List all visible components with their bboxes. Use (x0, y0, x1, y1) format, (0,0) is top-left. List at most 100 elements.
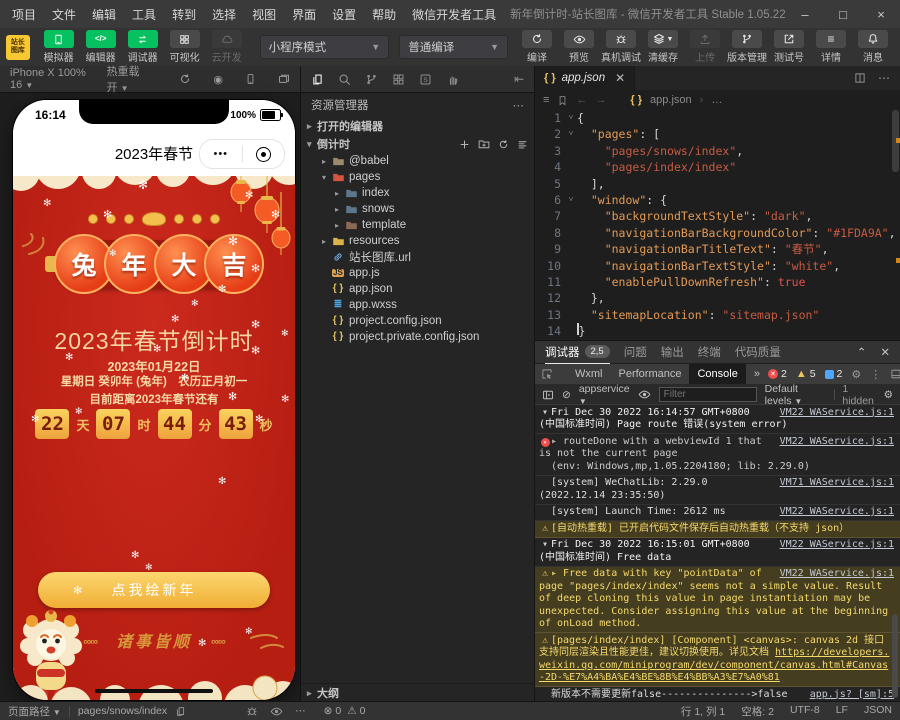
menu-item[interactable]: 转到 (164, 6, 204, 23)
device-debug-button[interactable]: 真机调试 (600, 30, 642, 64)
menu-item[interactable]: 微信开发者工具 (404, 6, 504, 23)
editor-more-icon[interactable]: ⋯ (878, 71, 890, 85)
refresh-explorer-icon[interactable] (498, 138, 509, 150)
collapse-folders-icon[interactable] (517, 138, 528, 150)
close-tab-icon[interactable]: ✕ (615, 71, 625, 85)
files-icon[interactable] (311, 73, 324, 86)
preview-eye-icon[interactable] (270, 705, 283, 718)
source-link[interactable]: app.js? [sm]:5 (810, 689, 894, 702)
tree-item-app.js[interactable]: JS app.js (301, 265, 534, 281)
clear-cache-button[interactable]: ▼ 清缓存 (642, 30, 684, 64)
debugger-tab-终端[interactable]: 终端 (698, 344, 721, 360)
source-link[interactable]: VM71 WAService.js:1 (780, 477, 894, 490)
details-button[interactable]: ≡ 详情 (810, 30, 852, 64)
menu-item[interactable]: 界面 (284, 6, 324, 23)
source-link[interactable]: VM22 WAService.js:1 (780, 436, 894, 449)
menu-item[interactable]: 编辑 (84, 6, 124, 23)
tree-item-app.wxss[interactable]: ≣ app.wxss (301, 297, 534, 313)
hand-icon[interactable] (446, 73, 459, 86)
statusbar-item[interactable]: UTF-8 (790, 704, 820, 719)
statusbar-more-icon[interactable]: ⋯ (295, 705, 306, 718)
problems-errors[interactable]: ⊗ 0 (324, 705, 342, 717)
capsule-menu[interactable]: ••• (199, 139, 285, 169)
copy-path-icon[interactable] (175, 706, 186, 717)
statusbar-item[interactable]: 空格: 2 (741, 704, 774, 719)
clear-console-icon[interactable]: ⊘ (562, 389, 571, 401)
menu-item[interactable]: 文件 (44, 6, 84, 23)
console-sidebar-icon[interactable] (542, 389, 554, 401)
device-select[interactable]: iPhone X 100% 16 ▼ (10, 67, 93, 91)
draw-new-year-button[interactable]: 点我绘新年 (38, 572, 270, 608)
bookmark-icon[interactable] (557, 95, 568, 106)
debug-bug-icon[interactable] (246, 705, 258, 718)
mode-select[interactable]: 小程序模式▼ (260, 35, 390, 59)
problems-warnings[interactable]: ⚠ 0 (347, 705, 365, 717)
project-section[interactable]: ▾倒计时 (301, 135, 534, 153)
tree-item-index[interactable]: ▸ index (301, 185, 534, 201)
close-panel-icon[interactable]: ✕ (880, 345, 890, 359)
debugger-tab-调试器[interactable]: 调试器2,5 (545, 341, 610, 364)
compile-button[interactable]: 编译 (516, 30, 558, 64)
outline-section[interactable]: ▸大纲 (301, 683, 534, 702)
maximize-button[interactable]: □ (824, 0, 862, 28)
context-select[interactable]: appservice ▼ (579, 383, 630, 407)
devtools-tab-Console[interactable]: Console (689, 364, 745, 384)
device-frame-icon[interactable] (245, 73, 256, 85)
menu-item[interactable]: 项目 (4, 6, 44, 23)
breadcrumb-file[interactable]: app.json (650, 94, 692, 106)
upload-button[interactable]: 上传 (684, 30, 726, 64)
menu-item[interactable]: 选择 (204, 6, 244, 23)
devtools-settings-icon[interactable]: ⚙ (851, 368, 861, 381)
version-button[interactable]: 版本管理 (726, 30, 768, 64)
console-scrollbar[interactable] (892, 614, 898, 698)
collapse-panel-icon[interactable]: ⌃ (857, 345, 867, 359)
tree-item-snows[interactable]: ▸ snows (301, 201, 534, 217)
refresh-simulator-icon[interactable] (179, 73, 191, 85)
more-dots-icon[interactable]: ••• (200, 148, 242, 160)
git-icon[interactable] (365, 73, 378, 86)
devtools-menu-icon[interactable]: ⋮ (870, 368, 881, 381)
visualization-button[interactable]: 可视化 (164, 30, 206, 64)
message-button[interactable]: 消息 (852, 30, 894, 64)
preview-button[interactable]: 预览 (558, 30, 600, 64)
hot-reload-toggle[interactable]: 热重载 开 ▼ (107, 63, 154, 95)
minimize-button[interactable]: – (786, 0, 824, 28)
back-icon[interactable]: ← (576, 94, 587, 106)
hidden-messages-label[interactable]: 1 hidden (842, 383, 875, 407)
test-account-button[interactable]: 测试号 (768, 30, 810, 64)
tree-item-pages[interactable]: ▾ pages (301, 169, 534, 185)
new-file-icon[interactable] (459, 138, 470, 150)
compile-mode-select[interactable]: 普通编译▼ (399, 35, 508, 59)
editor-button[interactable]: </> 编辑器 (80, 30, 122, 64)
search-icon[interactable] (338, 73, 351, 86)
split-editor-icon[interactable] (854, 71, 866, 85)
tab-app-json[interactable]: { } app.json ✕ (535, 66, 635, 90)
tree-item-@babel[interactable]: ▸ @babel (301, 153, 534, 169)
extensions-icon[interactable] (392, 73, 405, 86)
menu-item[interactable]: 设置 (324, 6, 364, 23)
menu-item[interactable]: 视图 (244, 6, 284, 23)
live-expression-eye-icon[interactable] (638, 388, 651, 401)
statusbar-item[interactable]: JSON (864, 704, 892, 719)
breadcrumb-more[interactable]: … (711, 94, 722, 106)
info-count[interactable]: 2 (825, 368, 843, 380)
console-settings-icon[interactable]: ⚙ (884, 389, 893, 401)
dock-icon[interactable] (890, 368, 900, 380)
menu-item[interactable]: 帮助 (364, 6, 404, 23)
source-link[interactable]: VM22 WAService.js:1 (780, 568, 894, 581)
debugger-tab-输出[interactable]: 输出 (661, 344, 684, 360)
log-levels-select[interactable]: Default levels ▼ (765, 383, 826, 407)
inspect-icon[interactable] (541, 368, 553, 380)
tree-item-站长图库.url[interactable]: 站长图库.url (301, 249, 534, 265)
source-link[interactable]: VM22 WAService.js:1 (780, 407, 894, 420)
capsule-close-icon[interactable] (243, 147, 285, 162)
page-path-select[interactable]: 页面路径 ▼ (8, 704, 61, 719)
source-link[interactable]: VM22 WAService.js:1 (780, 539, 894, 552)
open-editors-section[interactable]: ▸打开的编辑器 (301, 117, 534, 135)
debugger-tab-代码质量[interactable]: 代码质量 (735, 344, 781, 360)
forward-icon[interactable]: → (595, 94, 606, 106)
explorer-more-icon[interactable]: ⋯ (513, 98, 525, 112)
warning-count[interactable]: ▲5 (796, 368, 816, 380)
menu-item[interactable]: 工具 (124, 6, 164, 23)
close-button[interactable]: × (862, 0, 900, 28)
